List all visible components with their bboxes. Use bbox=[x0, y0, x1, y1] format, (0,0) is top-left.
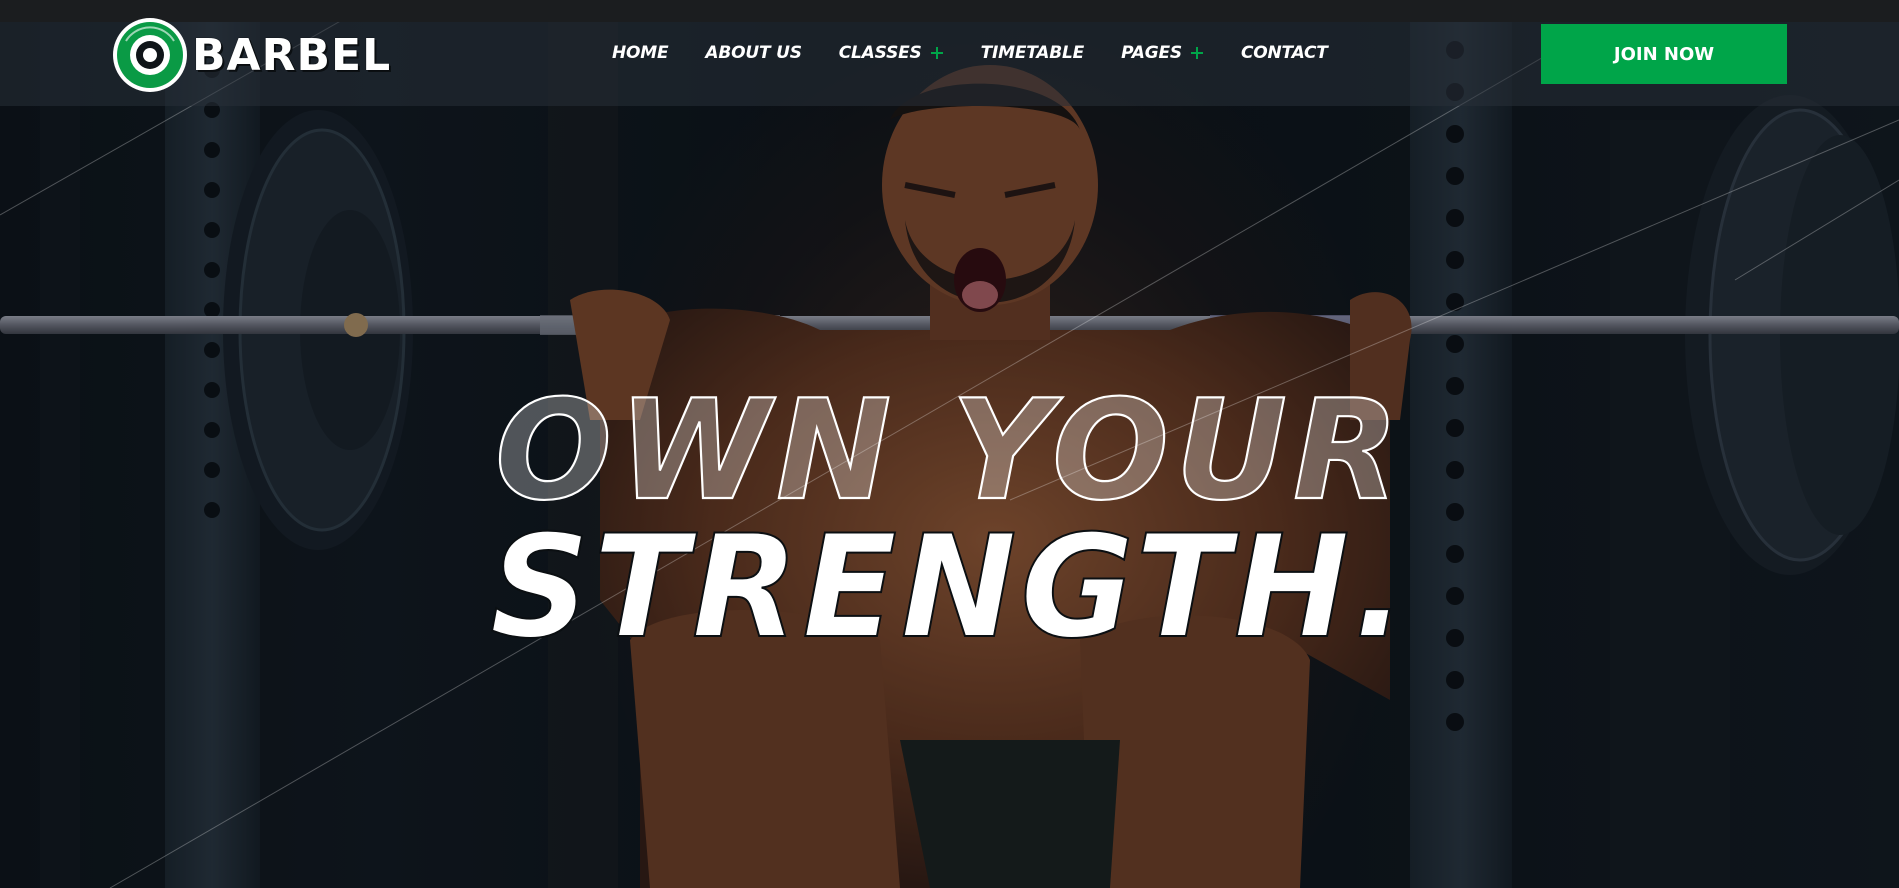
join-now-button[interactable]: JOIN NOW bbox=[1541, 24, 1787, 84]
nav-label: TIMETABLE bbox=[980, 43, 1085, 63]
nav-item-about-us[interactable]: ABOUT US bbox=[705, 43, 802, 63]
nav-label: CONTACT bbox=[1240, 43, 1328, 63]
nav-item-home[interactable]: HOME bbox=[612, 43, 669, 63]
brand-name: BARBEL bbox=[192, 29, 392, 81]
page: BARBEL HOME ABOUT US CLASSES TIMETABLE P… bbox=[0, 0, 1899, 888]
nav-item-pages[interactable]: PAGES bbox=[1121, 43, 1204, 63]
plus-icon bbox=[930, 47, 943, 59]
nav-label: PAGES bbox=[1121, 43, 1182, 63]
nav-item-contact[interactable]: CONTACT bbox=[1241, 43, 1328, 63]
join-now-label: JOIN NOW bbox=[1613, 43, 1715, 65]
main-nav: HOME ABOUT US CLASSES TIMETABLE PAGES CO… bbox=[612, 38, 1365, 68]
hero-line-solid: STRENGTH. bbox=[490, 505, 1410, 670]
plus-icon bbox=[1190, 47, 1203, 59]
nav-item-classes[interactable]: CLASSES bbox=[839, 43, 944, 63]
nav-label: HOME bbox=[612, 43, 669, 63]
nav-item-timetable[interactable]: TIMETABLE bbox=[981, 43, 1085, 63]
hero-headline: OWN YOUR STRENGTH. bbox=[480, 368, 1420, 671]
nav-label: CLASSES bbox=[838, 43, 922, 63]
nav-label: ABOUT US bbox=[705, 43, 802, 63]
brand-badge-icon bbox=[113, 18, 187, 92]
hero-headline-graphic: OWN YOUR STRENGTH. bbox=[489, 369, 1407, 671]
brand-logo[interactable]: BARBEL bbox=[112, 17, 391, 93]
